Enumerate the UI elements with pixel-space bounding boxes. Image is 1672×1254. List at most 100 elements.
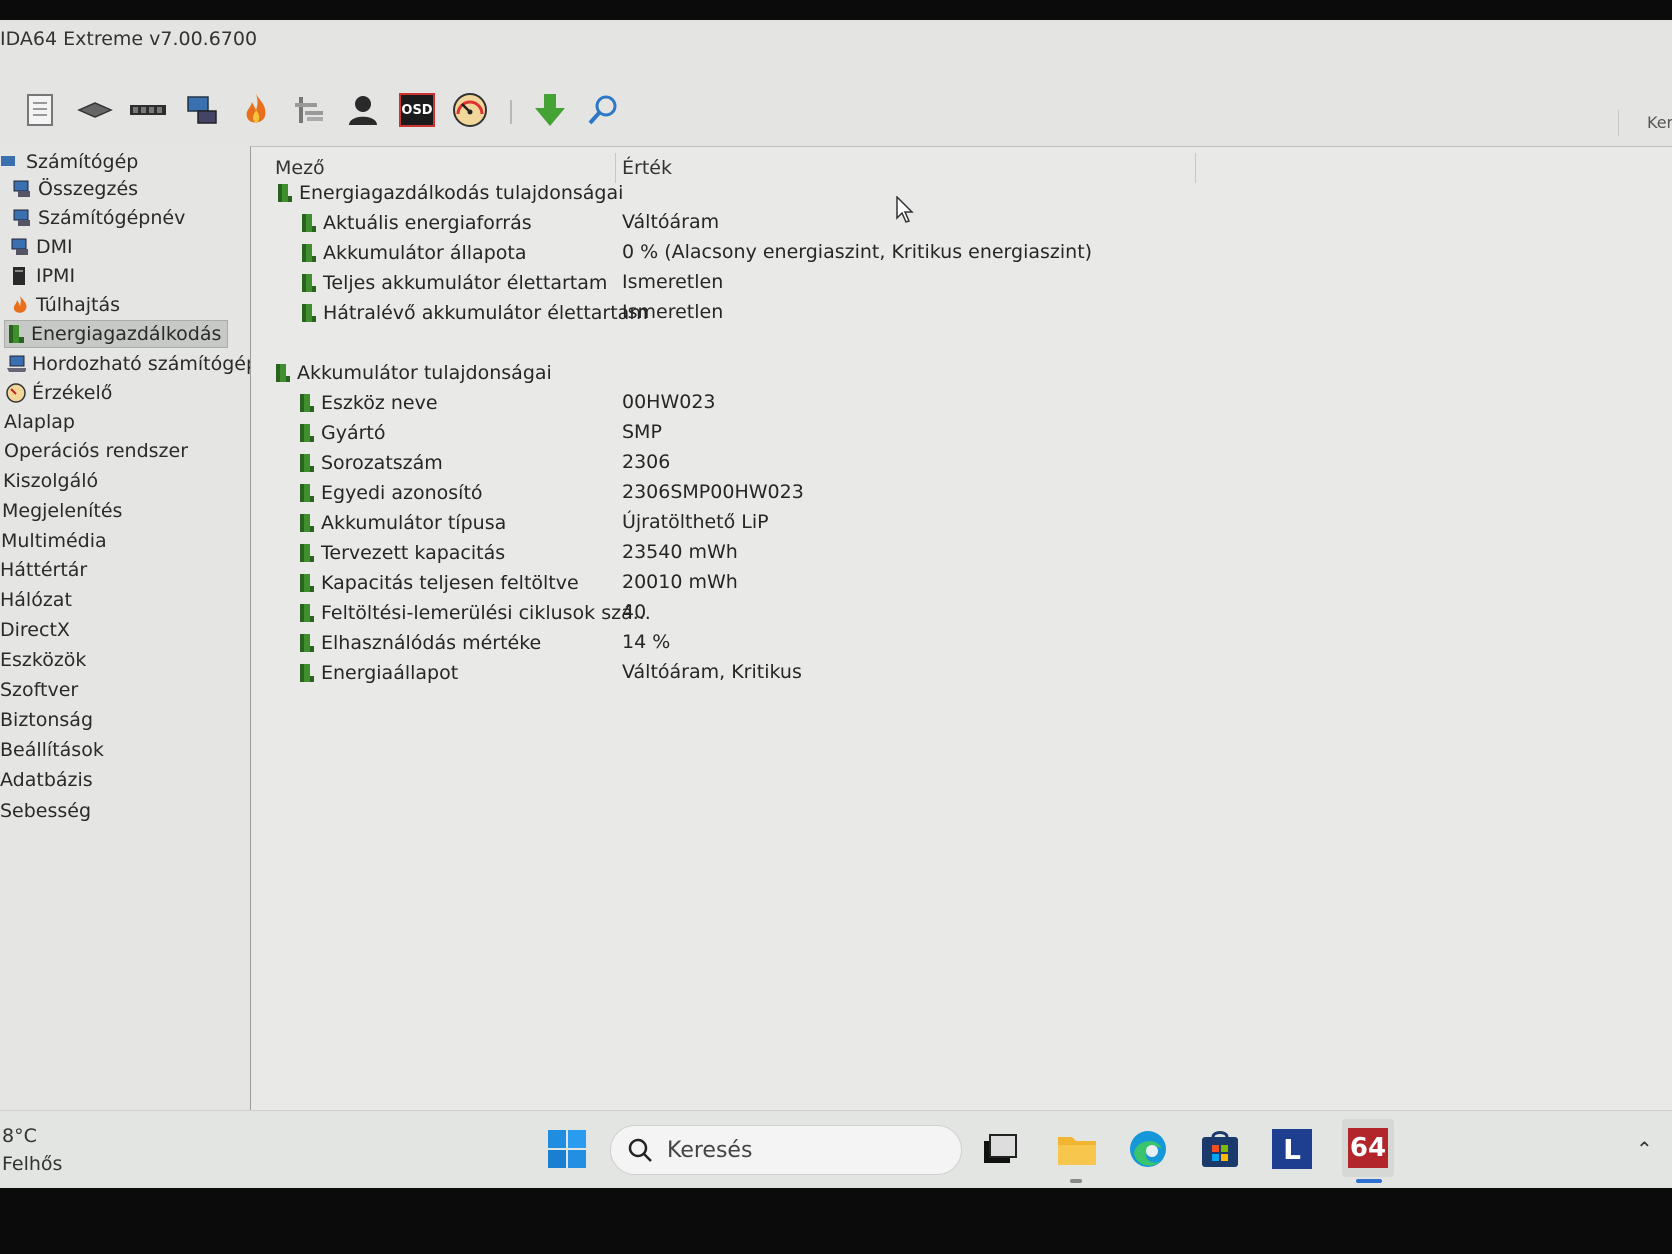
table-row[interactable]: Kapacitás teljesen feltöltve xyxy=(297,569,579,597)
row-field: Elhasználódás mértéke xyxy=(321,632,542,654)
row-value: Újratölthető LiP xyxy=(622,511,769,533)
nav-item-label: Biztonság xyxy=(0,709,94,731)
nav-item-sebesseg[interactable]: Sebesség xyxy=(0,797,91,825)
nav-item-szamitogep[interactable]: Számítógép xyxy=(0,148,138,176)
row-value: Ismeretlen xyxy=(622,271,724,293)
table-row[interactable]: Sorozatszám xyxy=(297,449,443,477)
osd-icon[interactable]: OSD xyxy=(397,90,437,130)
flame-icon xyxy=(10,295,30,315)
toolbar-separator xyxy=(510,100,512,124)
nav-item-label: Kiszolgáló xyxy=(3,470,99,492)
battery-icon xyxy=(299,302,317,324)
section-title: Energiagazdálkodás tulajdonságai xyxy=(299,182,624,204)
user-icon[interactable] xyxy=(343,90,383,130)
nav-item-operacios-rendszer[interactable]: Operációs rendszer xyxy=(4,437,188,465)
computer-icon xyxy=(0,152,20,172)
nav-item-adatbazis[interactable]: Adatbázis xyxy=(0,766,93,794)
memory-icon[interactable] xyxy=(128,90,168,130)
title-bar: IDA64 Extreme v7.00.6700 xyxy=(0,20,1672,70)
column-separator xyxy=(1195,153,1196,183)
weather-temperature[interactable]: 8°C xyxy=(2,1125,37,1147)
nav-item-beallitasok[interactable]: Beállítások xyxy=(0,736,104,764)
table-row[interactable]: Tervezett kapacitás xyxy=(297,539,505,567)
nav-item-hattertar[interactable]: Háttértár xyxy=(0,556,87,584)
row-field: Feltöltési-lemerülési ciklusok szá... xyxy=(321,602,651,624)
l-app-icon[interactable]: L xyxy=(1270,1127,1314,1171)
table-row[interactable]: Egyedi azonosító xyxy=(297,479,483,507)
chevron-up-icon[interactable]: ⌃ xyxy=(1636,1137,1653,1161)
report-icon[interactable] xyxy=(20,90,60,130)
aida64-icon[interactable]: 64 xyxy=(1342,1119,1394,1177)
computer-icon xyxy=(12,179,32,199)
detail-list: Mező Érték Energiagazdálkodás tulajdonsá… xyxy=(250,146,1672,1110)
toolbar-right-text[interactable]: Ker xyxy=(1618,110,1672,136)
table-row[interactable]: Akkumulátor állapota xyxy=(299,239,526,267)
nav-item-biztonsag[interactable]: Biztonság xyxy=(0,706,93,734)
battery-icon xyxy=(299,212,317,234)
nav-item-szoftver[interactable]: Szoftver xyxy=(0,676,78,704)
gauge-icon[interactable] xyxy=(450,90,490,130)
search-placeholder: Keresés xyxy=(667,1137,753,1163)
section-header[interactable]: Akkumulátor tulajdonságai xyxy=(273,359,552,387)
row-value: 2306SMP00HW023 xyxy=(622,481,804,503)
row-value: Váltóáram, Kritikus xyxy=(622,661,802,683)
network-icon[interactable] xyxy=(182,90,222,130)
section-header[interactable]: Energiagazdálkodás tulajdonságai xyxy=(275,179,623,207)
nav-item-szamitogepnev[interactable]: Számítógépnév xyxy=(12,204,185,232)
table-row[interactable]: Energiaállapot xyxy=(297,659,458,687)
row-field: Gyártó xyxy=(321,422,386,444)
nav-item-energiagazdalkodas[interactable]: Energiagazdálkodás xyxy=(4,320,229,348)
nav-item-directx[interactable]: DirectX xyxy=(0,616,70,644)
nav-item-multimedia[interactable]: Multimédia xyxy=(1,527,107,555)
nav-item-eszkozok[interactable]: Eszközök xyxy=(0,646,86,674)
download-icon[interactable] xyxy=(530,90,570,130)
task-view-icon[interactable] xyxy=(978,1127,1022,1171)
nav-item-ipmi[interactable]: IPMI xyxy=(10,262,75,290)
table-row[interactable]: Aktuális energiaforrás xyxy=(299,209,532,237)
weather-description[interactable]: Felhős xyxy=(2,1153,62,1175)
nav-item-tulhajtas[interactable]: Túlhajtás xyxy=(10,291,120,319)
nav-item-label: Összegzés xyxy=(38,178,139,200)
search-icon[interactable] xyxy=(583,90,623,130)
store-icon[interactable] xyxy=(1198,1127,1242,1171)
nav-item-label: DirectX xyxy=(0,619,70,641)
table-row[interactable]: Teljes akkumulátor élettartam xyxy=(299,269,607,297)
tools-icon[interactable] xyxy=(290,90,330,130)
column-header-field[interactable]: Mező xyxy=(275,157,325,179)
table-row[interactable]: Eszköz neve xyxy=(297,389,438,417)
running-indicator xyxy=(1070,1179,1082,1183)
table-row[interactable]: Feltöltési-lemerülési ciklusok szá... xyxy=(297,599,651,627)
nav-item-alaplap[interactable]: Alaplap xyxy=(4,408,75,436)
flame-icon[interactable] xyxy=(236,90,276,130)
nav-item-dmi[interactable]: DMI xyxy=(10,233,73,261)
nav-item-osszegzes[interactable]: Összegzés xyxy=(12,175,138,203)
battery-icon xyxy=(297,452,315,474)
edge-icon[interactable] xyxy=(1126,1127,1170,1171)
nav-item-kiszolgalo[interactable]: Kiszolgáló xyxy=(3,467,98,495)
windows-start-icon[interactable] xyxy=(545,1127,589,1171)
table-row[interactable]: Akkumulátor típusa xyxy=(297,509,506,537)
table-row[interactable]: Gyártó xyxy=(297,419,386,447)
toolbar: OSD Ker xyxy=(0,70,1672,146)
active-indicator xyxy=(1356,1179,1382,1183)
nav-item-megjelenites[interactable]: Megjelenítés xyxy=(2,497,122,525)
battery-icon xyxy=(299,272,317,294)
nav-item-label: IPMI xyxy=(36,265,76,287)
row-field: Hátralévő akkumulátor élettartam xyxy=(323,302,648,324)
table-row[interactable]: Elhasználódás mértéke xyxy=(297,629,541,657)
taskbar-search-box[interactable]: Keresés xyxy=(610,1125,962,1175)
row-value: Váltóáram xyxy=(622,211,720,233)
nav-item-hordozhato-szamitogep[interactable]: Hordozható számítógép xyxy=(6,350,250,378)
motherboard-icon[interactable] xyxy=(75,90,115,130)
column-header-value[interactable]: Érték xyxy=(622,157,672,179)
nav-item-erzekelo[interactable]: Érzékelő xyxy=(6,379,112,407)
battery-icon xyxy=(297,482,315,504)
row-value: 40 xyxy=(622,601,647,623)
table-row[interactable]: Hátralévő akkumulátor élettartam xyxy=(299,299,648,327)
battery-icon xyxy=(297,422,315,444)
battery-icon xyxy=(297,392,315,414)
file-explorer-icon[interactable] xyxy=(1055,1127,1099,1171)
osd-label: OSD xyxy=(399,93,435,127)
nav-item-halozat[interactable]: Hálózat xyxy=(0,586,72,614)
taskbar: 8°C Felhős Keresés L 64 ⌃ xyxy=(0,1110,1672,1188)
